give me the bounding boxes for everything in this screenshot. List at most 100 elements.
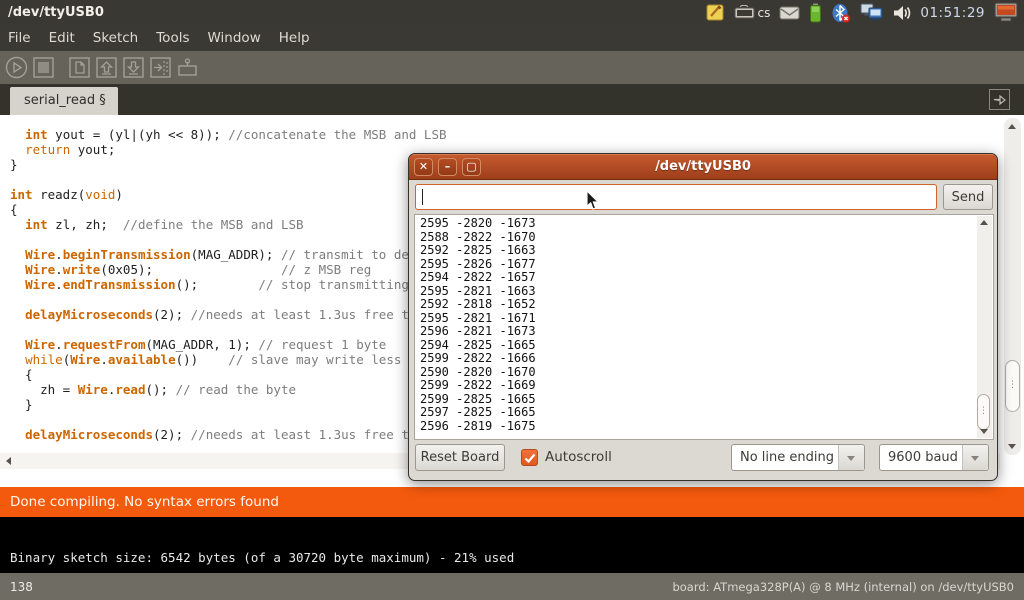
serial-input[interactable] [415, 184, 937, 210]
code-line [10, 172, 447, 187]
baud-rate-value: 9600 baud [880, 450, 962, 465]
serial-data-row: 2599 -2825 -1665 [420, 393, 536, 407]
bluetooth-icon[interactable] [831, 3, 851, 23]
code-line: Wire.endTransmission(); // stop transmit… [10, 277, 447, 292]
active-window-title: /dev/ttyUSB0 [8, 5, 104, 20]
code-line: Wire.requestFrom(MAG_ADDR, 1); // reques… [10, 337, 447, 352]
note-icon[interactable] [706, 3, 725, 22]
serial-scroll-up-icon[interactable] [980, 220, 988, 225]
window-controls: ✕ – ▢ [414, 158, 481, 176]
code-text: int yout = (yl|(yh << 8)); //concatenate… [10, 127, 447, 442]
stop-button[interactable] [32, 56, 55, 79]
compile-status-message: Done compiling. No syntax errors found [10, 494, 279, 510]
tab-menu-button[interactable] [989, 89, 1010, 110]
serial-data-row: 2594 -2825 -1665 [420, 339, 536, 353]
code-line [10, 412, 447, 427]
console-output: Binary sketch size: 6542 bytes (of a 307… [10, 550, 514, 565]
serial-scroll-down-icon[interactable] [980, 429, 988, 434]
line-ending-dropdown[interactable]: No line ending [731, 444, 865, 471]
editor-vertical-scrollbar[interactable]: ⋮ [1004, 118, 1021, 455]
close-icon[interactable]: ✕ [414, 158, 433, 176]
baud-rate-dropdown[interactable]: 9600 baud [879, 444, 989, 471]
toolbar [0, 51, 1024, 84]
build-console: Binary sketch size: 6542 bytes (of a 307… [0, 517, 1024, 573]
code-line: return yout; [10, 142, 447, 157]
keyboard-indicator[interactable]: cs [734, 5, 771, 20]
line-number-indicator: 138 [10, 580, 33, 594]
save-sketch-button[interactable] [122, 56, 145, 79]
network-icon[interactable] [860, 3, 883, 22]
serial-data-row: 2599 -2822 -1669 [420, 379, 536, 393]
scrollbar-grip: ⋮ [1006, 381, 1019, 390]
serial-data-row: 2597 -2825 -1665 [420, 406, 536, 420]
volume-icon[interactable] [892, 4, 911, 22]
serial-monitor-button[interactable] [176, 56, 199, 79]
new-sketch-button[interactable] [68, 56, 91, 79]
upload-button[interactable] [149, 56, 172, 79]
menu-tools[interactable]: Tools [156, 26, 199, 50]
code-line: int readz(void) [10, 187, 447, 202]
code-line: delayMicroseconds(2); //needs at least 1… [10, 427, 447, 442]
reset-board-button[interactable]: Reset Board [415, 444, 505, 471]
serial-data-row: 2595 -2826 -1677 [420, 258, 536, 272]
text-caret [422, 189, 423, 205]
serial-data-row: 2595 -2820 -1673 [420, 217, 536, 231]
clock[interactable]: 01:51:29 [920, 5, 985, 21]
serial-data-row: 2592 -2825 -1663 [420, 244, 536, 258]
code-line [10, 322, 447, 337]
send-button[interactable]: Send [943, 184, 993, 210]
code-line: } [10, 397, 447, 412]
serial-data-row: 2596 -2819 -1675 [420, 420, 536, 434]
autoscroll-checkbox[interactable] [521, 449, 538, 466]
serial-monitor-titlebar[interactable]: ✕ – ▢ /dev/ttyUSB0 [409, 154, 997, 180]
serial-data-row: 2596 -2821 -1673 [420, 325, 536, 339]
verify-button[interactable] [5, 56, 28, 79]
serial-data-row: 2588 -2822 -1670 [420, 231, 536, 245]
serial-data-row: 2599 -2822 -1666 [420, 352, 536, 366]
session-icon[interactable] [994, 2, 1018, 23]
menu-bar: File Edit Sketch Tools Window Help [0, 25, 1024, 51]
code-line: delayMicroseconds(2); //needs at least 1… [10, 307, 447, 322]
menu-sketch[interactable]: Sketch [93, 26, 148, 50]
battery-icon[interactable] [809, 3, 822, 23]
line-ending-value: No line ending [732, 450, 838, 465]
editor-scrollbar-thumb[interactable]: ⋮ [1005, 360, 1020, 412]
minimize-icon[interactable]: – [438, 158, 457, 176]
serial-scrollbar-thumb[interactable]: ⋮ [977, 394, 990, 430]
tab-serial-read[interactable]: serial_read § [10, 87, 118, 115]
scroll-left-arrow-icon[interactable] [6, 457, 11, 465]
desktop-top-panel: /dev/ttyUSB0 cs 01:51:29 [0, 0, 1024, 25]
scroll-up-arrow-icon[interactable] [1008, 124, 1016, 129]
code-line: int yout = (yl|(yh << 8)); //concatenate… [10, 127, 447, 142]
serial-data-row: 2595 -2821 -1671 [420, 312, 536, 326]
menu-file[interactable]: File [8, 26, 41, 50]
code-line: while(Wire.available()) // slave may wri… [10, 352, 447, 367]
open-sketch-button[interactable] [95, 56, 118, 79]
maximize-icon[interactable]: ▢ [462, 158, 481, 176]
code-line: zh = Wire.read(); // read the byte [10, 382, 447, 397]
compile-status-bar: Done compiling. No syntax errors found [0, 487, 1024, 517]
serial-output-rows: 2595 -2820 -16732588 -2822 -16702592 -28… [420, 217, 536, 433]
mail-icon[interactable] [779, 5, 800, 20]
serial-data-row: 2595 -2821 -1663 [420, 285, 536, 299]
chevron-down-icon[interactable] [962, 445, 988, 470]
menu-window[interactable]: Window [208, 26, 271, 50]
keyboard-layout-label: cs [758, 6, 771, 20]
autoscroll-label: Autoscroll [545, 449, 612, 465]
code-line [10, 292, 447, 307]
menu-edit[interactable]: Edit [49, 26, 85, 50]
code-line: int zl, zh; //define the MSB and LSB [10, 217, 447, 232]
code-line [10, 232, 447, 247]
code-line: Wire.write(0x05); // z MSB reg [10, 262, 447, 277]
ide-status-footer: 138 board: ATmega328P(A) @ 8 MHz (intern… [0, 573, 1024, 600]
chevron-down-icon[interactable] [838, 445, 864, 470]
scroll-down-arrow-icon[interactable] [1008, 444, 1016, 449]
menu-help[interactable]: Help [279, 26, 320, 50]
serial-data-row: 2590 -2820 -1670 [420, 366, 536, 380]
code-line: } [10, 157, 447, 172]
serial-input-row: Send [415, 184, 993, 210]
board-info: board: ATmega328P(A) @ 8 MHz (internal) … [672, 580, 1014, 594]
serial-scrollbar[interactable]: ⋮ [977, 216, 992, 438]
serial-output-area[interactable]: 2595 -2820 -16732588 -2822 -16702592 -28… [414, 214, 994, 440]
keyboard-icon [734, 5, 755, 20]
